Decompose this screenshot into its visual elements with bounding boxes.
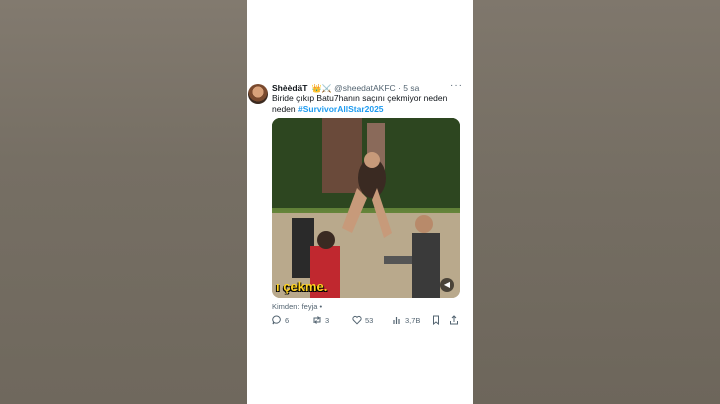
- tweet-video[interactable]: ı çekme. ◀: [272, 118, 460, 298]
- retweet-button[interactable]: 3: [312, 315, 329, 325]
- separator: ·: [398, 83, 401, 93]
- reply-icon: [272, 315, 281, 325]
- heart-icon: [352, 315, 362, 325]
- badges-icon: 👑⚔️: [311, 84, 332, 93]
- share-button[interactable]: [449, 315, 459, 325]
- video-frame-illustration: [272, 118, 460, 298]
- retweet-count: 3: [325, 315, 330, 325]
- views-icon: [393, 317, 400, 324]
- background-right: [473, 0, 720, 404]
- bookmark-button[interactable]: [431, 315, 441, 325]
- timestamp[interactable]: 5 sa: [403, 83, 419, 93]
- background-left: [0, 0, 247, 404]
- reply-button[interactable]: 6: [272, 315, 289, 325]
- more-options-icon[interactable]: ···: [450, 80, 463, 92]
- action-bar: 6 3 53 3,7B: [272, 315, 462, 327]
- tweet-text: Biride çıkıp Batu7hanın saçını çekmiyor …: [272, 93, 468, 115]
- hashtag-link[interactable]: #SurvivorAllStar2025: [298, 104, 384, 114]
- video-frame: ShèèdäT 👑⚔️ @sheedatAKFC · 5 sa ··· Biri…: [247, 0, 473, 404]
- reply-count: 6: [285, 315, 290, 325]
- views-count: 3,7B: [405, 315, 421, 325]
- handle[interactable]: @sheedatAKFC: [334, 83, 396, 93]
- bookmark-icon: [433, 315, 439, 325]
- avatar[interactable]: [248, 84, 268, 104]
- like-count: 53: [365, 315, 374, 325]
- views-button[interactable]: 3,7B: [392, 315, 420, 325]
- from-label: Kimden: feyja •: [272, 302, 323, 311]
- retweet-icon: [313, 316, 321, 324]
- like-button[interactable]: 53: [352, 315, 373, 325]
- video-caption: ı çekme.: [276, 279, 328, 294]
- display-name[interactable]: ShèèdäT: [272, 83, 307, 93]
- share-icon: [450, 315, 458, 325]
- sound-icon[interactable]: ◀: [440, 278, 454, 292]
